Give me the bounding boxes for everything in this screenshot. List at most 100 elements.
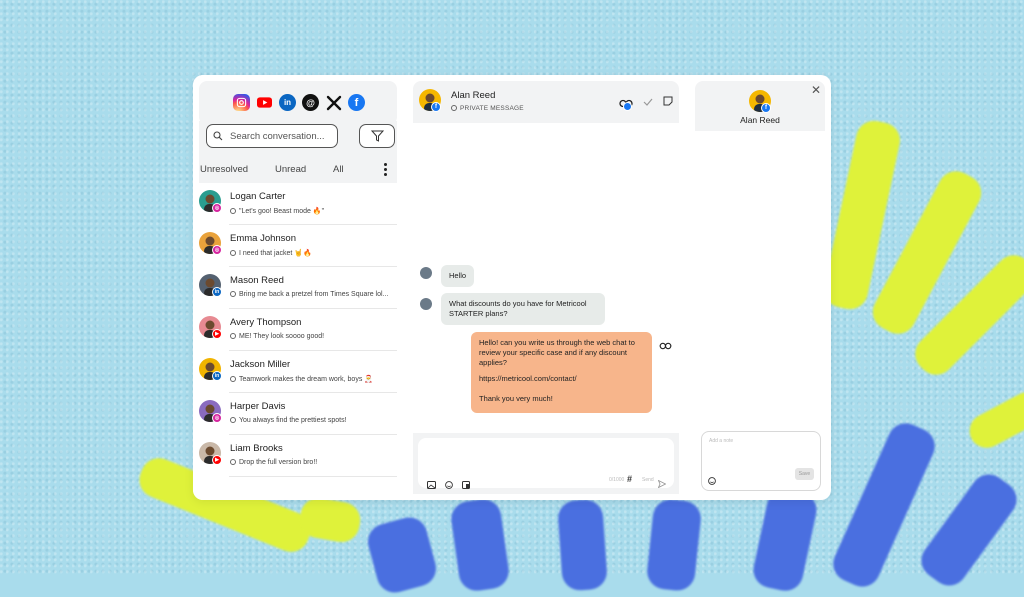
hashtag-button[interactable]: # [627,474,632,484]
conversation-preview: ME! They look soooo good! [230,333,324,340]
contact-name: Alan Reed [451,90,496,101]
send-icon[interactable] [657,475,667,493]
agent-icon [659,337,672,355]
contact-mini-avatar [420,267,432,279]
attachment-icon[interactable] [462,476,470,494]
conversation-name: Jackson Miller [230,359,291,370]
linkedin-icon: in [212,287,222,297]
conversation-item[interactable]: ▶ Avery Thompson ME! They look soooo good! [199,312,397,354]
message-bubble-icon [230,459,236,465]
send-label[interactable]: Send [642,477,654,483]
facebook-icon [623,102,632,111]
conversation-name: Emma Johnson [230,233,297,244]
conversation-item[interactable]: ◎ Harper Davis You always find the prettie… [199,396,397,438]
instagram-icon[interactable] [233,94,250,111]
outgoing-link[interactable]: https://metricool.com/contact/ [479,374,644,384]
message-bubble-icon [230,250,236,256]
filter-button[interactable] [359,124,395,148]
tab-all[interactable]: All [333,164,344,175]
search-row [199,121,397,159]
conversation-preview: Drop the full version bro!! [230,459,317,466]
contact-name: Alan Reed [740,115,780,125]
instagram-icon: ◎ [212,203,222,213]
conversation-preview-text: ME! They look soooo good! [239,333,325,340]
divider [229,476,397,477]
conversation-preview-text: I need that jacket 🤘🔥 [239,250,312,257]
youtube-icon[interactable] [256,94,273,111]
outgoing-paragraph: Thank you very much! [479,394,553,403]
note-icon[interactable] [663,93,673,111]
instagram-icon: ◎ [212,245,222,255]
chat-header-actions [619,93,673,111]
channel-label-text: PRIVATE MESSAGE [460,105,524,112]
conversation-preview: "Let's goo! Beast mode 🔥" [230,207,324,215]
close-icon[interactable]: ✕ [811,83,821,97]
conversation-preview-text: Drop the full version bro!! [239,459,318,466]
conversation-item[interactable]: in Jackson Miller Teamwork makes the dream… [199,354,397,396]
message-bubble-icon [230,417,236,423]
message-input[interactable]: 0/1000 # Send [418,438,674,489]
conversation-preview-text: You always find the prettiest spots! [239,417,347,424]
inbox-app-window: in @ f Unresolved Unread All ◎ Logan Cart… [193,75,831,500]
message-bubble-icon [230,208,236,214]
instagram-icon: ◎ [212,413,222,423]
social-network-filter-bar: in @ f [199,81,397,125]
search-icon [213,131,223,141]
chat-header: f Alan Reed PRIVATE MESSAGE [413,81,679,123]
image-icon[interactable] [427,476,436,494]
linkedin-icon[interactable]: in [279,94,296,111]
note-input[interactable]: Add a note Save [701,431,821,491]
conversation-preview-text: "Let's goo! Beast mode 🔥" [239,208,325,215]
conversation-preview: Bring me back a pretzel from Times Squar… [230,291,388,298]
message-bubble-icon [451,105,457,111]
message-composer: 0/1000 # Send [413,433,679,494]
save-note-button[interactable]: Save [795,468,814,480]
conversation-name: Harper Davis [230,401,286,412]
conversation-item[interactable]: in Mason Reed Bring me back a pretzel from… [199,270,397,312]
threads-icon[interactable]: @ [302,94,319,111]
chat-panel: f Alan Reed PRIVATE MESSAGE Hello What d… [413,81,679,494]
contact-mini-avatar [420,298,432,310]
message-thread: Hello What discounts do you have for Met… [413,123,679,433]
conversation-preview: You always find the prettiest spots! [230,417,347,424]
conversation-name: Liam Brooks [230,443,283,454]
contact-details-header: f Alan Reed ✕ [695,81,825,131]
facebook-icon: f [761,103,771,113]
conversation-name: Avery Thompson [230,317,302,328]
conversation-tabs: Unresolved Unread All [199,159,397,183]
incoming-message: Hello [441,265,475,287]
conversation-item[interactable]: ▶ Liam Brooks Drop the full version bro!! [199,438,397,480]
x-icon[interactable] [325,94,342,111]
incoming-message: What discounts do you have for Metricool… [441,293,605,325]
divider [229,266,397,267]
outgoing-message: Hello! can you write us through the web … [471,332,652,413]
search-box[interactable] [206,124,338,148]
message-bubble-icon [230,376,236,382]
conversation-item[interactable]: ◎ Logan Carter "Let's goo! Beast mode 🔥" [199,186,397,228]
assign-agent-icon[interactable] [619,95,633,111]
conversation-preview-text: Bring me back a pretzel from Times Squar… [239,291,389,298]
linkedin-icon: in [212,371,222,381]
facebook-icon: f [431,102,441,112]
decor-stripe [645,497,703,593]
conversation-preview: I need that jacket 🤘🔥 [230,249,312,257]
conversation-preview: Teamwork makes the dream work, boys 🎅 [230,375,373,383]
divider [229,392,397,393]
more-options-icon[interactable] [384,163,387,178]
search-input[interactable] [228,129,336,143]
facebook-icon[interactable]: f [348,94,365,111]
conversation-name: Logan Carter [230,191,286,202]
decor-stripe [556,498,609,592]
emoji-icon[interactable] [445,476,453,494]
tab-unread[interactable]: Unread [275,164,306,175]
outgoing-paragraph: Hello! can you write us through the web … [479,338,635,367]
divider [229,308,397,309]
emoji-icon[interactable] [708,472,716,490]
conversation-preview-text: Teamwork makes the dream work, boys 🎅 [239,376,373,383]
message-bubble-icon [230,333,236,339]
check-icon[interactable] [643,93,653,111]
conversation-item[interactable]: ◎ Emma Johnson I need that jacket 🤘🔥 [199,228,397,270]
channel-label: PRIVATE MESSAGE [451,105,524,112]
youtube-icon: ▶ [212,455,222,465]
tab-unresolved[interactable]: Unresolved [200,164,248,175]
